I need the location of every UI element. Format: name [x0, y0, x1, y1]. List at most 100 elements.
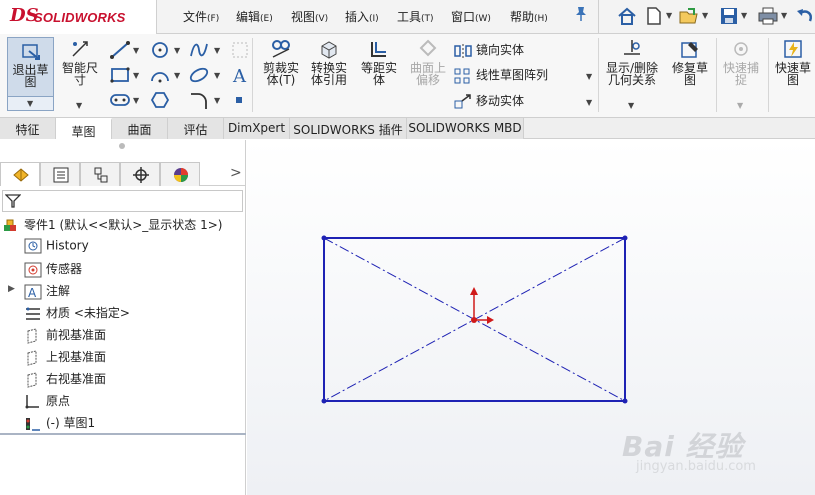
arc-tool-icon[interactable] [149, 65, 171, 85]
chevron-down-icon[interactable]: ▼ [174, 71, 180, 80]
chevron-down-icon[interactable]: ▼ [133, 71, 139, 80]
tab-sketch[interactable]: 草图 [56, 118, 112, 139]
tree-item-label: 材质 <未指定> [46, 306, 130, 320]
tree-item-label: 上视基准面 [46, 350, 107, 364]
sketch-point[interactable] [622, 398, 628, 404]
spline-tool-icon[interactable] [188, 40, 210, 60]
chevron-down-icon[interactable]: ▼ [781, 11, 787, 20]
menu-file[interactable]: 文件(F) [183, 8, 219, 25]
svg-text:A: A [28, 286, 37, 300]
chevron-down-icon[interactable]: ▼ [133, 46, 139, 55]
tree-item-sensors[interactable]: 传感器 [24, 260, 82, 280]
tree-item-top-plane[interactable]: 上视基准面 [24, 348, 106, 368]
slot-tool-icon[interactable] [109, 90, 131, 110]
menu-view[interactable]: 视图(V) [291, 8, 328, 25]
tab-evaluate[interactable]: 评估 [168, 118, 224, 139]
tab-display-manager[interactable] [160, 162, 200, 186]
tab-dimxpert[interactable]: DimXpert [224, 118, 290, 139]
open-folder-icon[interactable] [678, 5, 700, 27]
chevron-down-icon[interactable]: ▼ [214, 46, 220, 55]
undo-icon[interactable] [795, 5, 815, 27]
quick-snaps-button[interactable]: 快速捕 捉 ▼ [718, 36, 764, 110]
chevron-down-icon[interactable]: ▼ [628, 100, 634, 112]
tree-item-sketch1[interactable]: (-) 草图1 [24, 414, 95, 434]
line-tool-icon[interactable] [109, 40, 131, 60]
convert-entities-button[interactable]: 转换实 体引用 [306, 36, 352, 86]
sketch-point[interactable] [321, 235, 327, 241]
ellipse-tool-icon[interactable] [188, 65, 210, 85]
tree-item-front-plane[interactable]: 前视基准面 [24, 326, 106, 346]
relations-icon [621, 38, 643, 60]
divider [598, 38, 599, 112]
tab-configuration-manager[interactable] [80, 162, 120, 186]
trim-entities-button[interactable]: 剪裁实 体(T) [258, 36, 304, 86]
tree-item-material[interactable]: 材质 <未指定> [24, 304, 130, 324]
chevron-down-icon[interactable]: ▼ [666, 11, 672, 20]
move-entities-label: 移动实体 [476, 94, 525, 108]
tree-root-part[interactable]: 零件1 (默认<<默认>_显示状态 1>) [2, 216, 222, 236]
tab-features[interactable]: 特征 [0, 118, 56, 139]
menu-edit-label: 编辑 [236, 10, 261, 24]
offset-on-surface-button[interactable]: 曲面上 偏移 [405, 36, 451, 86]
polygon-tool-icon[interactable] [149, 90, 171, 110]
tab-solidworks-addins[interactable]: SOLIDWORKS 插件 [290, 118, 407, 139]
origin-icon[interactable] [470, 287, 494, 324]
fillet-tool-icon[interactable] [188, 90, 210, 110]
exit-sketch-dropdown[interactable]: ▼ [7, 97, 54, 111]
tree-rollback-bar[interactable] [0, 433, 246, 435]
filter-icon[interactable] [5, 193, 21, 209]
chevron-down-icon[interactable]: ▼ [741, 11, 747, 20]
panel-tabs [0, 162, 246, 186]
panel-grip[interactable] [119, 143, 125, 149]
menu-insert[interactable]: 插入(I) [345, 8, 379, 25]
rapid-sketch-button[interactable]: 快速草 图 [770, 36, 815, 86]
offset-entities-button[interactable]: 等距实 体 [356, 36, 402, 86]
chevron-down-icon[interactable]: ▼ [702, 11, 708, 20]
menu-window[interactable]: 窗口(W) [451, 8, 491, 25]
tab-solidworks-mbd[interactable]: SOLIDWORKS MBD [407, 118, 524, 139]
tab-surfaces[interactable]: 曲面 [112, 118, 168, 139]
chevron-down-icon[interactable]: ▼ [133, 96, 139, 105]
chevron-down-icon[interactable]: ▼ [586, 98, 592, 107]
chevron-down-icon[interactable]: ▼ [76, 100, 82, 112]
exit-sketch-button[interactable]: 退出草 图 [7, 37, 54, 97]
solidworks-logo[interactable]: DS SOLIDWORKS [0, 0, 157, 34]
circle-tool-icon[interactable] [149, 40, 171, 60]
chevron-down-icon[interactable]: ▼ [214, 71, 220, 80]
smart-dimension-button[interactable]: 智能尺 寸 ▼ [57, 36, 103, 110]
tree-filter[interactable] [2, 190, 243, 212]
menu-help[interactable]: 帮助(H) [510, 8, 548, 25]
chevron-down-icon[interactable]: ▼ [214, 96, 220, 105]
menu-tools-accel: (T) [421, 14, 434, 24]
tab-property-manager[interactable] [40, 162, 80, 186]
tab-dimxpert-manager[interactable] [120, 162, 160, 186]
home-icon[interactable] [616, 5, 638, 27]
menu-tools-label: 工具 [397, 10, 422, 24]
chevron-down-icon[interactable]: ▼ [174, 46, 180, 55]
menu-edit[interactable]: 编辑(E) [236, 8, 273, 25]
print-icon[interactable] [757, 5, 779, 27]
tree-item-right-plane[interactable]: 右视基准面 [24, 370, 106, 390]
chevron-down-icon[interactable]: ▼ [737, 100, 743, 112]
tree-item-origin[interactable]: 原点 [24, 392, 70, 412]
repair-sketch-button[interactable]: 修复草 图 [667, 36, 713, 86]
tree-item-history[interactable]: History [24, 238, 89, 258]
tab-feature-manager[interactable] [0, 162, 40, 186]
sketch-point[interactable] [622, 235, 628, 241]
new-document-icon[interactable] [643, 5, 665, 27]
mirror-entities-button[interactable]: 镜向实体 [454, 41, 524, 59]
chevron-down-icon[interactable]: ▼ [586, 72, 592, 81]
save-icon[interactable] [718, 5, 740, 27]
point-tool-icon[interactable] [232, 93, 246, 107]
pin-icon[interactable] [574, 6, 588, 22]
linear-pattern-button[interactable]: 线性草图阵列 [454, 66, 548, 84]
tree-item-annotations[interactable]: ▶ A 注解 [8, 282, 70, 302]
chevron-right-icon[interactable]: ▶ [8, 284, 15, 294]
text-tool-icon[interactable]: A [229, 65, 251, 87]
menu-tools[interactable]: 工具(T) [397, 8, 434, 25]
chevron-right-icon[interactable]: > [230, 165, 242, 181]
display-relations-button[interactable]: 显示/删除 几何关系 ▼ [601, 36, 663, 110]
move-entities-button[interactable]: 移动实体 [454, 92, 524, 110]
rectangle-tool-icon[interactable] [109, 65, 131, 85]
sketch-point[interactable] [321, 398, 327, 404]
